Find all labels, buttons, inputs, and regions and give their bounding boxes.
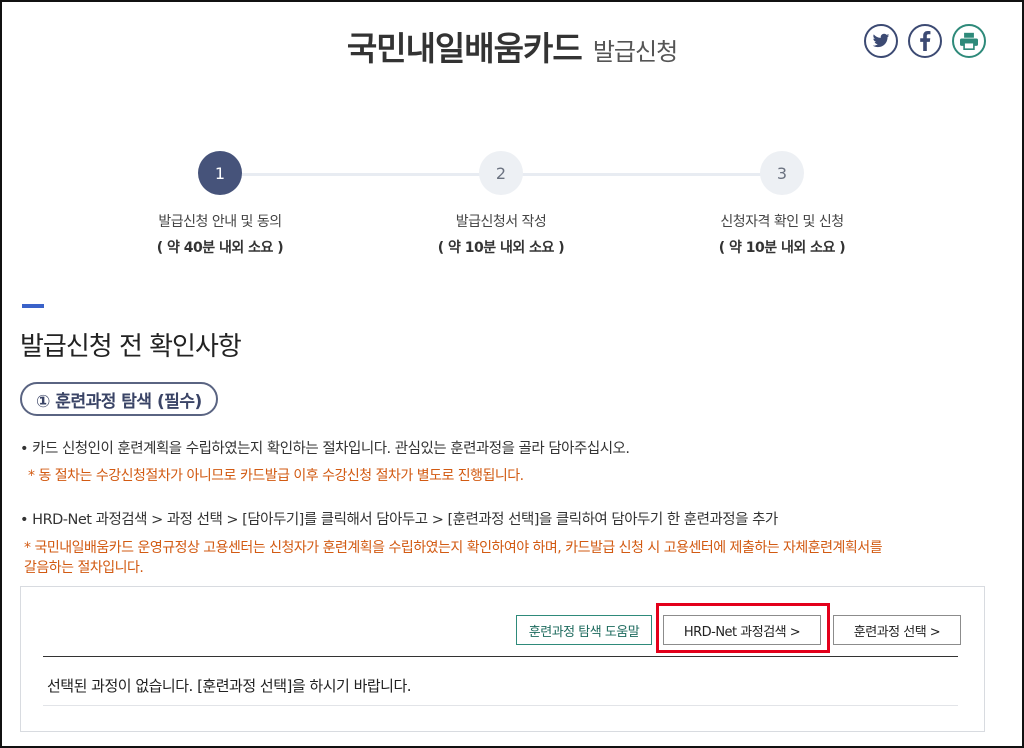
step-2: 2 발급신청서 작성 ( 약 10분 내외 소요 ) <box>371 151 631 257</box>
warning-note-2: * 국민내일배움카드 운영규정상 고용센터는 신청자가 훈련계획을 수립하였는지… <box>24 538 984 578</box>
step-1: 1 발급신청 안내 및 동의 ( 약 40분 내외 소요 ) <box>90 151 350 257</box>
step-time: ( 약 10분 내외 소요 ) <box>718 240 846 256</box>
info-bullet-2: • HRD-Net 과정검색 > 과정 선택 > [담아두기]를 클릭해서 담아… <box>20 512 778 528</box>
step-3: 3 신청자격 확인 및 신청 ( 약 10분 내외 소요 ) <box>652 151 912 257</box>
training-help-button[interactable]: 훈련과정 탐색 도움말 <box>516 615 652 645</box>
empty-course-message: 선택된 과정이 없습니다. [훈련과정 선택]을 하시기 바랍니다. <box>47 677 412 695</box>
step-number: 3 <box>760 151 804 195</box>
step-label: 발급신청 안내 및 동의 <box>158 214 282 230</box>
course-selection-box: 훈련과정 탐색 도움말 HRD-Net 과정검색 > 훈련과정 선택 > 선택된… <box>20 586 985 732</box>
section-accent-bar <box>22 304 44 308</box>
highlight-box <box>656 603 830 653</box>
warning-note-2-line1: * 국민내일배움카드 운영규정상 고용센터는 신청자가 훈련계획을 수립하였는지… <box>24 540 883 556</box>
twitter-icon[interactable] <box>864 24 898 58</box>
step-number: 1 <box>198 151 242 195</box>
page-title-sub: 발급신청 <box>592 38 678 66</box>
page-title-main: 국민내일배움카드 <box>346 29 583 68</box>
training-search-pill: ① 훈련과정 탐색 (필수) <box>20 382 218 416</box>
step-label: 신청자격 확인 및 신청 <box>720 214 844 230</box>
share-buttons <box>864 24 986 58</box>
divider-bottom <box>43 705 958 706</box>
step-time: ( 약 40분 내외 소요 ) <box>156 240 284 256</box>
section-title: 발급신청 전 확인사항 <box>20 332 242 362</box>
facebook-icon[interactable] <box>908 24 942 58</box>
print-icon[interactable] <box>952 24 986 58</box>
step-label: 발급신청서 작성 <box>455 214 547 230</box>
training-select-button[interactable]: 훈련과정 선택 > <box>833 615 961 645</box>
step-time: ( 약 10분 내외 소요 ) <box>437 240 565 256</box>
warning-note-2-line2: 갈음하는 절차입니다. <box>24 560 144 576</box>
step-number: 2 <box>479 151 523 195</box>
divider <box>43 656 958 657</box>
warning-note-1: * 동 절차는 수강신청절차가 아니므로 카드발급 이후 수강신청 절차가 별도… <box>28 468 524 484</box>
info-bullet-1: • 카드 신청인이 훈련계획을 수립하였는지 확인하는 절차입니다. 관심있는 … <box>20 441 630 457</box>
